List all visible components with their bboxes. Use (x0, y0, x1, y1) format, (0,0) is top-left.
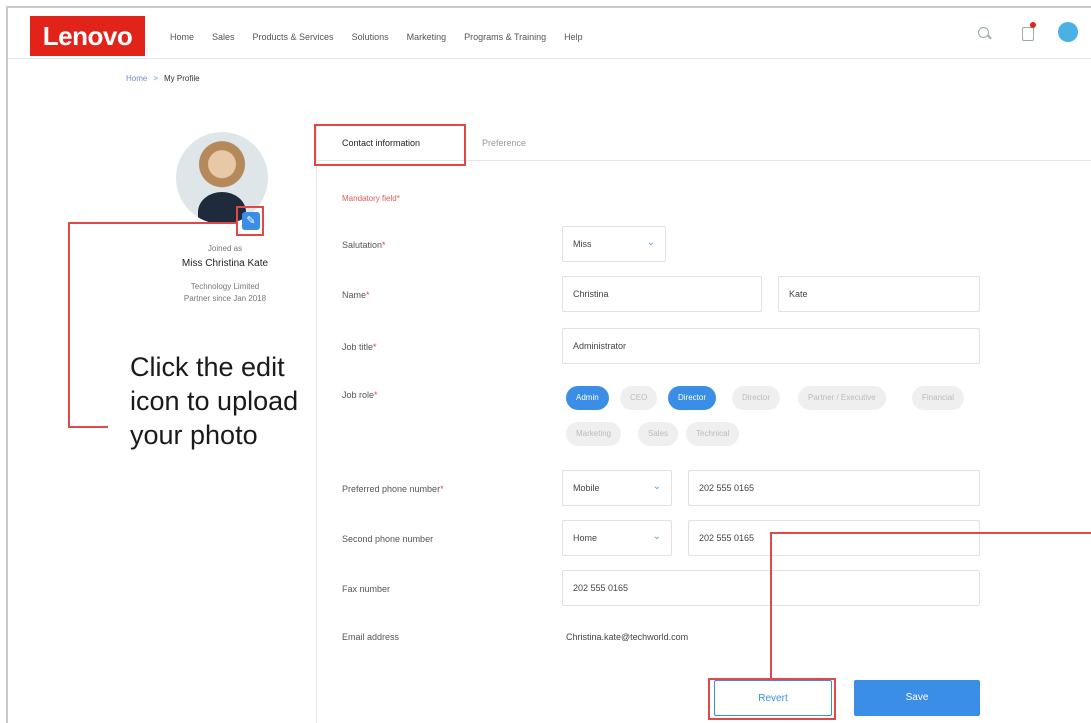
tab-preference[interactable]: Preference (482, 138, 526, 148)
callout-line (770, 532, 772, 680)
salutation-label: Salutation* (342, 240, 386, 250)
chevron-down-icon: ⌄ (646, 237, 655, 248)
email-label: Email address (342, 632, 400, 642)
breadcrumb-current: My Profile (164, 74, 200, 83)
search-icon[interactable] (978, 27, 989, 38)
notification-dot (1030, 22, 1036, 28)
last-name-input[interactable]: Kate (778, 276, 980, 312)
name-label: Name* (342, 290, 370, 300)
breadcrumb: Home > My Profile (126, 74, 200, 83)
profile-partner-since: Partner since Jan 2018 (183, 294, 267, 303)
fax-label: Fax number (342, 584, 391, 594)
nav-item-solutions[interactable]: Solutions (352, 32, 389, 42)
first-name-input[interactable]: Christina (562, 276, 762, 312)
chevron-down-icon: ⌄ (652, 481, 661, 492)
second-phone-input[interactable]: 202 555 0165 (688, 520, 980, 556)
nav-item-sales[interactable]: Sales (212, 32, 235, 42)
callout-line (68, 426, 108, 428)
job-title-input[interactable]: Administrator (562, 328, 980, 364)
callout-line (68, 222, 70, 428)
nav-item-programs-training[interactable]: Programs & Training (464, 32, 546, 42)
job-role-pill-admin[interactable]: Admin (566, 386, 609, 410)
job-role-label: Job role* (342, 390, 378, 400)
main-nav: Home Sales Products & Services Solutions… (170, 32, 583, 42)
callout-text: Click the edit icon to upload your photo (130, 352, 299, 450)
user-avatar[interactable] (1058, 22, 1078, 42)
revert-highlight (708, 678, 836, 720)
cart-icon[interactable] (1022, 27, 1034, 41)
nav-item-home[interactable]: Home (170, 32, 194, 42)
second-phone-label: Second phone number (342, 534, 434, 544)
job-role-pill-ceo[interactable]: CEO (620, 386, 658, 410)
nav-item-products-services[interactable]: Products & Services (253, 32, 334, 42)
job-role-pill-marketing[interactable]: Marketing (566, 422, 622, 446)
job-role-pill-director[interactable]: Director (668, 386, 717, 410)
job-role-pill-financial[interactable]: Financial (912, 386, 965, 410)
breadcrumb-separator: > (153, 74, 159, 83)
job-role-pill-partner-executive[interactable]: Partner / Executive (798, 386, 886, 410)
profile-name: Miss Christina Kate (181, 258, 269, 269)
second-phone-type-select[interactable]: Home ⌄ (562, 520, 672, 556)
save-button[interactable]: Save (854, 680, 980, 716)
callout-line (770, 532, 1091, 534)
chevron-down-icon: ⌄ (652, 531, 661, 542)
tab-highlight (314, 124, 466, 166)
mandatory-note: Mandatory field* (342, 194, 400, 203)
nav-item-help[interactable]: Help (564, 32, 583, 42)
edit-photo-icon[interactable]: ✎ (242, 212, 260, 230)
profile-company: Technology Limited (190, 282, 260, 291)
preferred-phone-input[interactable]: 202 555 0165 (688, 470, 980, 506)
nav-item-marketing[interactable]: Marketing (407, 32, 447, 42)
salutation-select[interactable]: Miss ⌄ (562, 226, 666, 262)
callout-line (68, 222, 236, 224)
job-title-label: Job title* (342, 342, 377, 352)
lenovo-logo[interactable]: Lenovo (30, 16, 145, 56)
preferred-phone-label: Preferred phone number* (342, 484, 444, 494)
job-role-pill-sales[interactable]: Sales (638, 422, 679, 446)
breadcrumb-home[interactable]: Home (126, 74, 147, 83)
job-role-pill-technical[interactable]: Technical (686, 422, 740, 446)
preferred-phone-type-select[interactable]: Mobile ⌄ (562, 470, 672, 506)
job-role-pill-director-2[interactable]: Director (732, 386, 781, 410)
email-value: Christina.kate@techworld.com (566, 632, 689, 642)
profile-joined-label: Joined as (207, 244, 243, 253)
